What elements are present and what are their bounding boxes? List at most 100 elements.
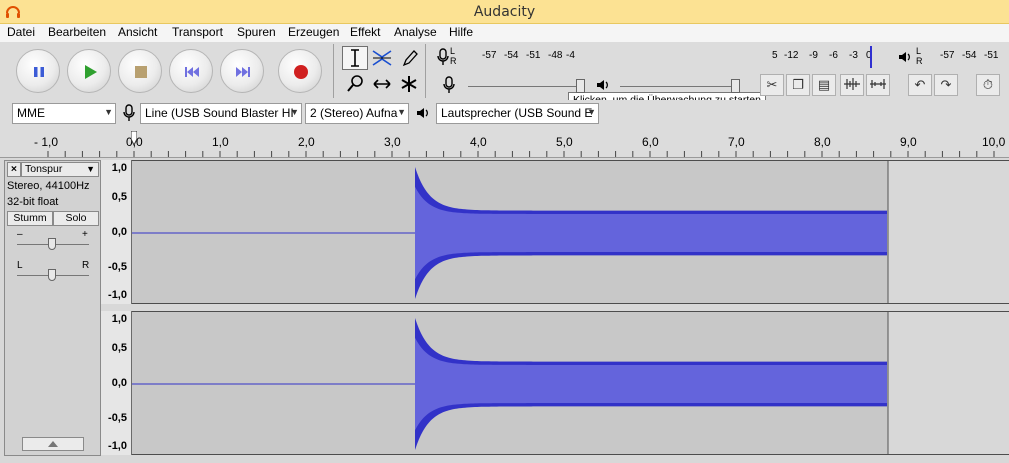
menu-spuren[interactable]: Spuren — [237, 25, 276, 39]
right-channel-waveform[interactable] — [132, 311, 1009, 455]
left-channel-waveform[interactable] — [132, 160, 1009, 304]
menu-hilfe[interactable]: Hilfe — [449, 25, 473, 39]
left-channel-amplitude-axis: 1,0 0,5 0,0 -0,5 -1,0 — [101, 160, 132, 304]
waveform-trim-icon — [844, 78, 860, 90]
skip-to-start-button[interactable] — [169, 49, 213, 93]
ruler-label: 8,0 — [814, 135, 831, 149]
scale-label: -3 — [849, 50, 858, 61]
selection-tool[interactable] — [342, 46, 368, 70]
meter-right-label: R — [916, 56, 923, 66]
menu-effekt[interactable]: Effekt — [350, 25, 380, 39]
gain-slider-thumb[interactable] — [48, 238, 56, 250]
recording-channels-select[interactable]: 2 (Stereo) Aufna ▼ — [305, 103, 409, 124]
play-head-marker[interactable] — [130, 130, 138, 147]
track-sample-format: 32-bit float — [7, 196, 59, 208]
draw-tool[interactable] — [396, 46, 422, 70]
scissors-icon: ✂ — [766, 77, 778, 92]
solo-button[interactable]: Solo — [53, 211, 99, 226]
copy-button[interactable]: ❐ — [786, 74, 810, 96]
ruler-label: 1,0 — [212, 135, 229, 149]
envelope-tool[interactable] — [369, 46, 395, 70]
window-title: Audacity — [473, 4, 536, 20]
menu-erzeugen[interactable]: Erzeugen — [288, 25, 339, 39]
timeline-ruler[interactable]: - 1,0 0,0 1,0 2,0 3,0 4,0 5,0 6,0 7,0 8,… — [0, 127, 1009, 158]
axis-label: -0,5 — [108, 261, 127, 273]
playback-meter[interactable]: LR -57 -54 -51 — [898, 46, 1008, 68]
skip-to-end-button[interactable] — [220, 49, 264, 93]
chevron-down-icon: ▼ — [86, 164, 95, 174]
zoom-tool[interactable] — [342, 72, 368, 96]
speaker-icon — [597, 80, 608, 90]
speaker-icon — [417, 108, 428, 118]
undo-icon: ↶ — [914, 77, 926, 92]
menu-bearbeiten[interactable]: Bearbeiten — [48, 25, 106, 39]
scale-label: -12 — [784, 50, 799, 61]
chevron-down-icon: ▼ — [104, 107, 113, 117]
sync-lock-button[interactable]: ⏱ — [976, 74, 1000, 96]
transport-toolbar — [4, 44, 334, 98]
output-volume-slider[interactable] — [620, 86, 740, 87]
skip-forward-icon — [236, 67, 250, 77]
i-beam-icon — [351, 49, 359, 67]
input-volume-slider[interactable] — [468, 86, 584, 87]
axis-label: 0,0 — [111, 226, 127, 238]
multi-tool[interactable] — [396, 72, 422, 96]
pause-button[interactable] — [16, 49, 60, 93]
menu-analyse[interactable]: Analyse — [394, 25, 437, 39]
microphone-icon — [443, 76, 455, 93]
trim-outside-button[interactable]: ✂ — [760, 74, 784, 96]
scale-label: 5 — [772, 50, 778, 61]
redo-button[interactable]: ↷ — [934, 74, 958, 96]
play-button[interactable] — [67, 49, 111, 93]
input-volume-thumb[interactable] — [576, 79, 585, 93]
recording-device-select[interactable]: Line (USB Sound Blaster HI ▼ — [140, 103, 302, 124]
scale-label: -54 — [504, 50, 519, 61]
record-meter[interactable]: LR -57 -54 -51 -48 -4 5 -12 -9 -6 -3 0 — [436, 46, 876, 68]
undo-button[interactable]: ↶ — [908, 74, 932, 96]
pan-slider-thumb[interactable] — [48, 269, 56, 281]
ruler-label: - 1,0 — [34, 135, 59, 149]
axis-label: -1,0 — [108, 289, 127, 301]
scale-label: -54 — [962, 50, 977, 61]
menu-ansicht[interactable]: Ansicht — [118, 25, 157, 39]
pencil-icon — [402, 50, 418, 67]
recording-device-value: Line (USB Sound Blaster HI — [145, 106, 294, 120]
track-sample-rate: Stereo, 44100Hz — [7, 180, 90, 192]
pause-icon — [34, 67, 44, 77]
ruler-ticks — [47, 151, 995, 157]
meter-right-label: R — [450, 56, 457, 66]
scale-label: -4 — [566, 50, 575, 61]
output-volume-thumb[interactable] — [731, 79, 740, 93]
menu-bar: Datei Bearbeiten Ansicht Transport Spure… — [0, 24, 1009, 42]
speaker-icon — [899, 52, 910, 62]
time-shift-tool[interactable] — [369, 72, 395, 96]
stop-icon — [135, 66, 147, 78]
menu-transport[interactable]: Transport — [172, 25, 223, 39]
audio-host-select[interactable]: MME ▼ — [12, 103, 116, 124]
scale-label: -9 — [809, 50, 818, 61]
redo-icon: ↷ — [940, 77, 952, 92]
microphone-icon — [123, 104, 135, 121]
playback-device-select[interactable]: Lautsprecher (USB Sound E ▼ — [436, 103, 599, 124]
scale-label: -57 — [940, 50, 955, 61]
mute-button[interactable]: Stumm — [7, 211, 53, 226]
chevron-down-icon: ▼ — [587, 107, 596, 117]
silence-audio-button[interactable] — [866, 74, 890, 96]
track-name: Tonspur — [25, 163, 63, 175]
pan-left-label: L — [17, 260, 23, 271]
stop-button[interactable] — [118, 49, 162, 93]
gain-minus-label: – — [17, 229, 23, 240]
ruler-label: 4,0 — [470, 135, 487, 149]
axis-label: -0,5 — [108, 412, 127, 424]
paste-button[interactable]: ▤ — [812, 74, 836, 96]
record-button[interactable] — [278, 49, 322, 93]
scale-label: -51 — [526, 50, 541, 61]
close-track-button[interactable]: × — [7, 162, 21, 177]
menu-datei[interactable]: Datei — [7, 25, 35, 39]
skip-back-icon — [185, 67, 199, 77]
collapse-track-button[interactable] — [22, 437, 84, 451]
playhead-icon — [130, 130, 138, 147]
trim-audio-button[interactable] — [840, 74, 864, 96]
track-name-menu[interactable]: Tonspur ▼ — [21, 162, 99, 177]
envelope-icon — [372, 50, 392, 66]
